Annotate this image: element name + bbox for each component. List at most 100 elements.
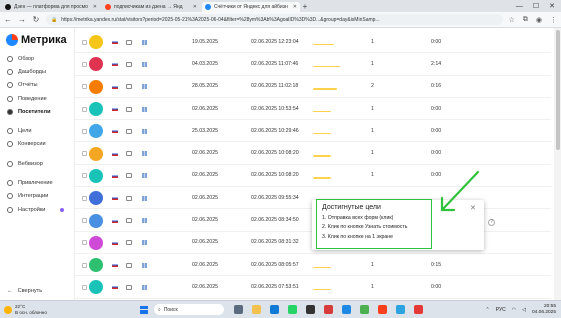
scrollbar-thumb[interactable] [555,30,560,150]
table-row[interactable]: 02.06.2025 02.06.2025 10:53:54 1 0:00 [75,98,551,121]
row-checkbox[interactable] [82,173,87,179]
edge-icon[interactable] [270,305,279,314]
device-icon [126,173,132,179]
sidebar-item-behavior[interactable]: Поведение [0,92,74,105]
avatar[interactable] [89,35,103,50]
url-text: https://metrika.yandex.ru/stat/visitors?… [61,16,380,23]
goal-item: 2. Клик по кнопке Узнать стоимость [322,224,408,230]
row-checkbox[interactable] [82,128,87,134]
reload-icon[interactable]: ↻ [32,15,40,24]
avatar[interactable] [89,280,103,295]
weather-widget[interactable]: 22°C В осн. облачно [0,304,140,315]
telegram-icon[interactable] [396,305,405,314]
metrika-logo-icon [6,34,18,46]
row-checkbox[interactable] [82,218,87,224]
extensions-icon[interactable]: ⧉ [523,16,528,24]
search-icon: ⌕ [158,306,161,313]
row-checkbox[interactable] [82,262,87,268]
row-checkbox[interactable] [82,61,87,67]
table-row[interactable]: 02.06.2025 02.06.2025 08:05:57 1 0:15 [75,254,551,277]
back-icon[interactable]: ← [4,15,12,24]
help-icon[interactable]: ? [488,219,495,226]
last-visit-cell: 02.06.2025 07:53:51 [251,283,299,290]
sidebar-item-reports[interactable]: Отчёты [0,79,74,92]
metrika-logo[interactable]: Метрика [0,28,74,52]
task-view-icon[interactable] [234,305,243,314]
volume-icon[interactable]: ◁ [522,307,526,313]
bookmark-star-icon[interactable]: ☆ [509,16,515,24]
sidebar-item-dashboards[interactable]: Дашборды [0,65,74,78]
close-tab-icon[interactable]: ✕ [193,4,197,10]
taskbar-search[interactable]: ⌕ Поиск [154,304,224,315]
filezilla-icon[interactable] [324,305,333,314]
country-flag-icon [112,40,118,45]
webvisor-icon [7,160,13,167]
chrome-icon[interactable] [360,305,369,314]
whatsapp-icon[interactable] [288,305,297,314]
reports-icon [7,82,13,89]
annotation-arrow-icon [440,170,480,212]
avatar[interactable] [89,168,103,183]
app-icon[interactable] [342,305,351,314]
device-icon [126,128,132,134]
sidebar-item-conversions[interactable]: Конверсии [0,138,74,151]
first-visit-cell: 02.06.2025 [192,283,218,290]
sidebar-item-goals[interactable]: Цели [0,124,74,137]
row-checkbox[interactable] [82,240,87,246]
lang-indicator[interactable]: РУС [496,307,506,313]
row-checkbox[interactable] [82,151,87,157]
clock[interactable]: 20:55 04.06.2025 [532,304,556,315]
yandex-icon[interactable] [414,305,423,314]
table-row[interactable]: 02.06.2025 02.06.2025 10:08:20 1 0:00 [75,143,551,165]
table-row[interactable]: 28.05.2025 02.06.2025 11:02:18 2 0:16 [75,76,551,98]
yandex-browser-icon[interactable] [378,305,387,314]
table-row[interactable]: 02.06.2025 02.06.2025 07:53:51 1 0:00 [75,276,551,299]
new-tab-button[interactable]: + [300,2,310,12]
close-tab-icon[interactable]: ✕ [93,4,97,10]
sidebar-item-integrations[interactable]: Интеграции [0,190,74,203]
browser-tab-3[interactable]: Счётчики от Яндекс для айбизн ✕ [202,2,300,12]
avatar[interactable] [89,213,103,228]
wifi-icon[interactable]: ◠ [512,307,516,313]
chevron-up-icon[interactable]: ⌃ [486,307,490,313]
table-row[interactable]: 04.03.2025 02.06.2025 11:07:46 1 2:14 [75,53,551,76]
avatar[interactable] [89,79,103,94]
maximize-icon[interactable]: ☐ [533,2,539,10]
browser-tab-2[interactable]: подписчикам из дзена → Янд ✕ [102,2,200,12]
file-explorer-icon[interactable] [252,305,261,314]
avatar[interactable] [89,146,103,161]
close-tab-icon[interactable]: ✕ [293,4,297,10]
row-checkbox[interactable] [82,84,87,90]
windows-start-icon[interactable] [140,305,148,314]
sidebar-item-settings[interactable]: Настройки [0,203,74,216]
avatar[interactable] [89,124,103,139]
row-checkbox[interactable] [82,195,87,201]
avatar[interactable] [89,102,103,117]
row-checkbox[interactable] [82,106,87,112]
row-checkbox[interactable] [82,39,87,45]
sidebar-item-acquisition[interactable]: Привлечение [0,176,74,189]
scrollbar[interactable] [554,28,561,300]
forward-icon[interactable]: → [18,15,26,24]
sidebar-item-webvisor[interactable]: Вебвизор [0,157,74,170]
browser-tab-1[interactable]: Дзен — платформа для просмо ✕ [2,2,100,12]
url-field[interactable]: 🔒 https://metrika.yandex.ru/stat/visitor… [46,14,503,25]
app-icon[interactable] [306,305,315,314]
avatar[interactable] [89,258,103,273]
avatar[interactable] [89,235,103,250]
profile-icon[interactable]: ◉ [536,16,542,24]
device-icon [126,61,132,67]
first-visit-cell: 02.06.2025 [192,105,218,112]
collapse-sidebar-button[interactable]: ← Свернуть [0,288,42,294]
minimize-icon[interactable]: — [516,3,523,10]
menu-icon[interactable]: ⋮ [550,16,557,24]
table-row[interactable]: 25.03.2025 02.06.2025 10:29:46 1 0:00 [75,120,551,143]
close-window-icon[interactable]: ✕ [549,2,555,10]
avatar[interactable] [89,191,103,206]
sidebar-item-visitors[interactable]: Посетители [0,105,74,118]
sidebar-item-overview[interactable]: Обзор [0,52,74,65]
table-row[interactable]: 19.05.2025 02.06.2025 12:23:04 1 0:00 [75,31,551,54]
avatar[interactable] [89,57,103,72]
collapse-label: Свернуть [17,288,43,294]
row-checkbox[interactable] [82,284,87,290]
